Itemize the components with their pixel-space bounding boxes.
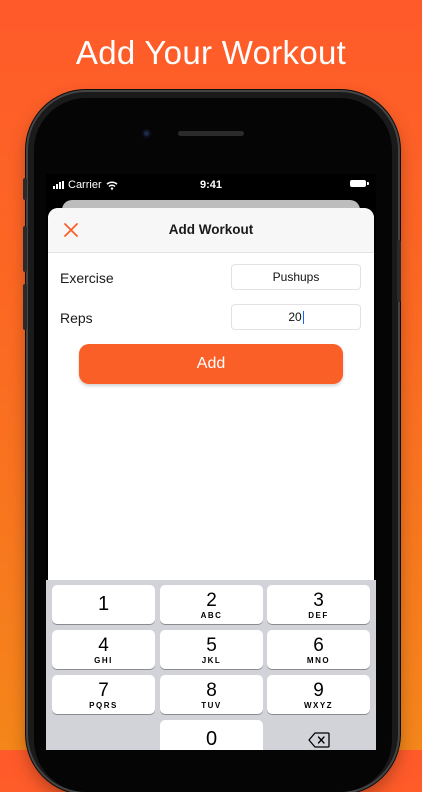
status-time: 9:41 — [199, 179, 223, 191]
reps-label: Reps — [60, 310, 93, 326]
key-9-letters: WXYZ — [303, 701, 334, 710]
key-5-letters: JKL — [201, 656, 222, 665]
phone-screen: Carrier 9:41 Add Workout Exercise Pushup… — [46, 174, 376, 750]
key-6[interactable]: 6 MNO — [267, 630, 370, 669]
key-4-letters: GHI — [94, 656, 113, 665]
key-2-digit: 2 — [206, 590, 217, 611]
key-1[interactable]: 1 — [52, 585, 155, 624]
key-6-digit: 6 — [313, 635, 324, 656]
nav-title: Add Workout — [168, 222, 254, 237]
key-0-digit: 0 — [205, 728, 218, 750]
delete-key[interactable] — [267, 720, 370, 750]
exercise-field[interactable]: Pushups — [231, 264, 361, 290]
earpiece-speaker — [178, 131, 244, 136]
key-7-digit: 7 — [98, 680, 109, 701]
headline: Add Your Workout — [75, 34, 347, 71]
key-0[interactable]: 0 — [160, 720, 263, 750]
backspace-icon — [308, 732, 330, 748]
reps-field[interactable]: 20 — [231, 304, 361, 330]
key-9[interactable]: 9 WXYZ — [267, 675, 370, 714]
reps-value: 20 — [288, 310, 302, 324]
power-button — [397, 240, 401, 302]
exercise-value: Pushups — [272, 270, 320, 284]
key-6-letters: MNO — [306, 656, 331, 665]
key-9-digit: 9 — [313, 680, 324, 701]
key-3[interactable]: 3 DEF — [267, 585, 370, 624]
key-2-letters: ABC — [200, 611, 223, 620]
add-button[interactable]: Add — [79, 344, 343, 384]
battery-icon — [350, 180, 369, 187]
volume-up-button — [23, 226, 27, 272]
key-5[interactable]: 5 JKL — [160, 630, 263, 669]
key-3-letters: DEF — [308, 611, 329, 620]
number-keypad: 1 2 ABC 3 DEF 4 GHI 5 JKL 6 MNO 7 PQRS 8… — [46, 580, 376, 750]
nav-bar: Add Workout — [48, 208, 374, 253]
key-3-digit: 3 — [313, 590, 324, 611]
text-cursor — [302, 310, 304, 324]
key-8-digit: 8 — [206, 680, 217, 701]
status-bar: Carrier 9:41 — [46, 174, 376, 196]
key-1-digit: 1 — [97, 593, 110, 615]
key-4-digit: 4 — [98, 635, 109, 656]
exercise-label: Exercise — [60, 270, 114, 286]
key-8[interactable]: 8 TUV — [160, 675, 263, 714]
key-7[interactable]: 7 PQRS — [52, 675, 155, 714]
key-5-digit: 5 — [206, 635, 217, 656]
key-4[interactable]: 4 GHI — [52, 630, 155, 669]
volume-down-button — [23, 284, 27, 330]
key-2[interactable]: 2 ABC — [160, 585, 263, 624]
front-camera — [142, 129, 151, 138]
key-8-letters: TUV — [201, 701, 222, 710]
mute-switch — [23, 178, 27, 200]
key-7-letters: PQRS — [89, 701, 118, 710]
